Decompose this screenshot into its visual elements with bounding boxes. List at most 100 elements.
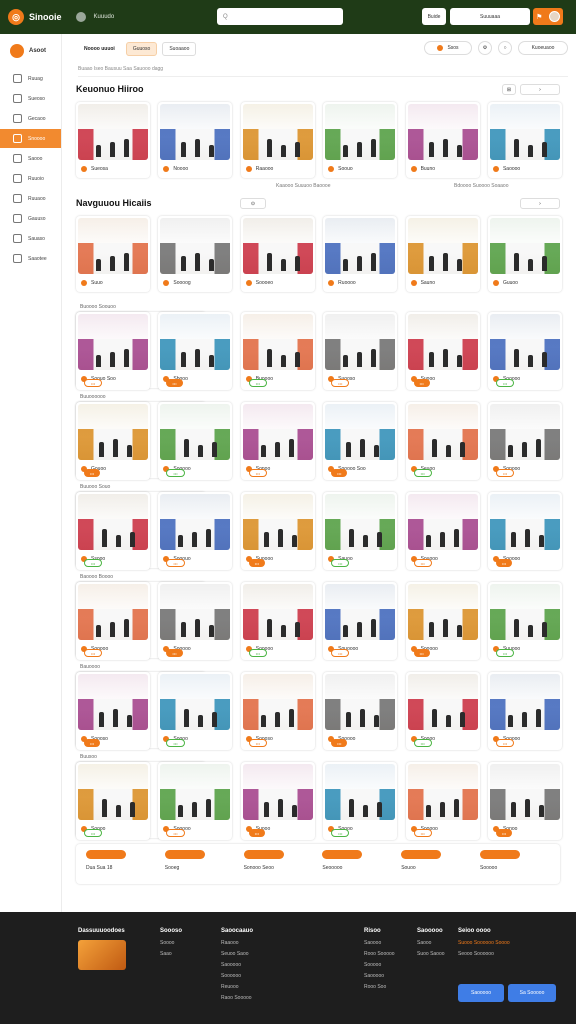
globe-icon[interactable] (75, 12, 86, 22)
product-card[interactable]: Gouoo••• (76, 402, 150, 480)
product-card[interactable]: Soooog (158, 216, 233, 292)
mall-store-image[interactable] (242, 218, 313, 274)
brand-name[interactable]: Sinooie (29, 12, 62, 22)
bottom-pill[interactable] (164, 850, 205, 859)
status-badge-dots-icon[interactable]: ••• (331, 469, 348, 477)
top-button-b[interactable]: Suuuaaa (450, 8, 530, 25)
user-menu[interactable]: ⚑ (533, 8, 563, 25)
top-nav-link[interactable]: Kuuudo (94, 14, 115, 20)
product-card[interactable]: Sooooo••• (405, 582, 480, 660)
product-card[interactable]: Sooooo••• (158, 582, 233, 660)
tab-primary[interactable]: Noooo uuuoi (78, 42, 121, 56)
mall-store-image[interactable] (78, 494, 148, 550)
product-card[interactable]: Soooo••• (323, 762, 398, 840)
view-all-button[interactable]: › (520, 84, 560, 95)
footer-link[interactable]: Saooooo (221, 962, 253, 968)
footer-link[interactable]: Suoo Saooo (417, 951, 445, 957)
sort-button[interactable]: Kuoeuaoo (518, 41, 568, 55)
bottom-item[interactable]: Sooeg (164, 850, 235, 871)
status-badge-dots-icon[interactable]: ••• (413, 649, 430, 657)
bottom-item[interactable]: Sonooo Seoo (243, 850, 314, 871)
mall-store-image[interactable] (160, 404, 231, 460)
product-card[interactable]: Sooooo Soo ••• (323, 402, 398, 480)
mall-store-image[interactable] (78, 218, 148, 274)
status-badge-dots-icon[interactable]: ••• (331, 739, 348, 747)
settings-icon[interactable]: ⚙ (478, 41, 492, 55)
mall-store-image[interactable] (160, 218, 231, 274)
sidebar-item[interactable]: Gecaoo (0, 109, 61, 128)
mall-store-image[interactable] (325, 674, 396, 730)
product-card[interactable]: Soooso••• (76, 672, 150, 750)
footer-thumbnail[interactable] (78, 940, 126, 970)
product-card[interactable]: Sooooo••• (487, 672, 562, 750)
product-card[interactable]: Raaooo (240, 102, 315, 178)
status-badge-dots-icon[interactable]: ••• (331, 559, 350, 567)
footer-link[interactable]: Seuoo Saoo (221, 951, 253, 957)
product-card[interactable]: Sonoo••• (487, 762, 562, 840)
mall-store-image[interactable] (160, 674, 231, 730)
product-card[interactable]: Sooooo••• (487, 312, 562, 390)
product-card[interactable]: Suooo••• (405, 312, 480, 390)
product-card[interactable]: Seuoo••• (405, 402, 480, 480)
bottom-item[interactable]: Souoo (401, 850, 471, 871)
product-card[interactable]: Noooo (158, 102, 233, 178)
sidebar-item[interactable]: Snoooo (0, 129, 61, 148)
status-badge-dots-icon[interactable]: ••• (84, 829, 103, 837)
status-badge-dots-icon[interactable]: ••• (166, 379, 183, 387)
status-badge-dots-icon[interactable]: ••• (166, 739, 185, 747)
mall-store-image[interactable] (489, 584, 560, 640)
footer-link[interactable]: Soooooo (221, 973, 253, 979)
mall-store-image[interactable] (242, 764, 313, 820)
mall-store-image[interactable] (78, 314, 148, 370)
status-badge-dots-icon[interactable]: ••• (331, 379, 350, 387)
product-card[interactable]: Soooeo (240, 216, 315, 292)
product-card[interactable]: Soooo••• (158, 672, 233, 750)
product-card[interactable]: Sooooo••• (76, 582, 150, 660)
product-card[interactable]: Soouo Soo ••• (76, 312, 150, 390)
product-card[interactable]: Sauoo••• (323, 492, 398, 570)
tab-third[interactable]: Suoaaoo (162, 42, 197, 56)
mall-store-image[interactable] (242, 404, 313, 460)
status-badge-dots-icon[interactable]: ••• (166, 829, 185, 837)
status-badge-dots-icon[interactable]: ••• (495, 739, 515, 747)
mall-store-image[interactable] (489, 674, 560, 730)
footer-primary-button[interactable]: Saooooo (458, 984, 504, 1002)
footer-link[interactable]: Saooooo (364, 973, 395, 979)
mall-store-image[interactable] (160, 314, 231, 370)
status-badge-dots-icon[interactable]: ••• (413, 829, 432, 837)
status-badge-dots-icon[interactable]: ••• (495, 469, 515, 477)
sidebar-item[interactable]: Saaotee (0, 249, 61, 268)
status-badge-dots-icon[interactable]: ••• (413, 559, 432, 567)
mall-store-image[interactable] (78, 404, 148, 460)
product-card[interactable]: Suuooo••• (487, 582, 562, 660)
mall-store-image[interactable] (325, 104, 396, 160)
mall-store-image[interactable] (160, 584, 231, 640)
status-badge-dots-icon[interactable]: ••• (248, 649, 267, 657)
sidebar-item[interactable]: Gauuso (0, 209, 61, 228)
sidebar-item[interactable]: Saooo (0, 149, 61, 168)
mall-store-image[interactable] (325, 584, 396, 640)
bottom-item[interactable]: Dua Sua 18 (86, 850, 156, 871)
footer-link[interactable]: Suooo Soooooo Soooo (458, 940, 510, 946)
bottom-item[interactable]: Seooooo (322, 850, 392, 871)
status-badge-dots-icon[interactable]: ••• (413, 379, 430, 387)
product-card[interactable]: Sbooo••• (158, 312, 233, 390)
product-card[interactable]: Sooooo••• (405, 762, 480, 840)
bottom-pill[interactable] (401, 850, 442, 859)
status-badge-dots-icon[interactable]: ••• (248, 469, 267, 477)
product-card[interactable]: Ssooo••• (76, 492, 150, 570)
status-badge-dots-icon[interactable]: ••• (495, 559, 513, 567)
section-2-view-all[interactable]: › (520, 198, 560, 209)
mall-store-image[interactable] (407, 584, 478, 640)
status-badge-dots-icon[interactable]: ••• (166, 649, 183, 657)
mall-store-image[interactable] (78, 764, 148, 820)
sidebar-item[interactable]: Ruuag (0, 69, 61, 88)
product-card[interactable]: Suoooo ••• (240, 492, 315, 570)
footer-link[interactable]: Saao (160, 951, 182, 957)
product-card[interactable]: Suooso••• (323, 312, 398, 390)
footer-link[interactable]: Sooooo (364, 962, 395, 968)
bottom-pill[interactable] (243, 850, 284, 859)
product-card[interactable]: Sooooo••• (240, 582, 315, 660)
mall-store-image[interactable] (325, 314, 396, 370)
product-card[interactable]: Sonoo••• (240, 402, 315, 480)
